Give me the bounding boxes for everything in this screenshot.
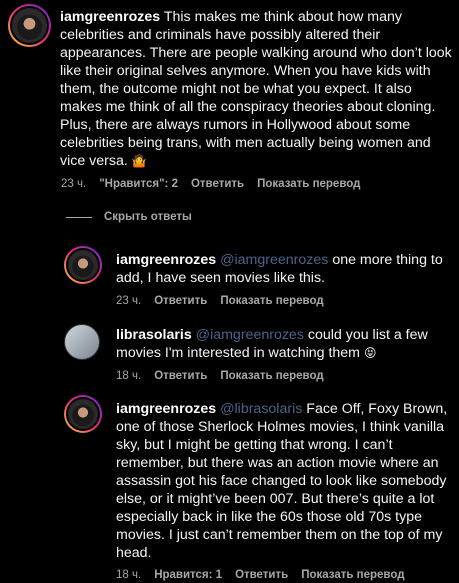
divider xyxy=(66,216,92,218)
show-translation-button[interactable]: Показать перевод xyxy=(220,295,323,307)
comment-meta: 23 ч. Ответить Показать перевод xyxy=(116,295,324,307)
comment-body: Face Off, Foxy Brown, one of those Sherl… xyxy=(116,401,448,561)
show-translation-button[interactable]: Показать перевод xyxy=(220,370,323,382)
comment-time: 18 ч. xyxy=(116,370,142,382)
mention-link[interactable]: @iamgreenrozes xyxy=(196,327,304,343)
mention-link[interactable]: @iamgreenrozes xyxy=(220,252,328,268)
mention-link[interactable]: @librasolaris xyxy=(220,401,302,417)
show-translation-button[interactable]: Показать перевод xyxy=(301,569,404,581)
show-translation-button[interactable]: Показать перевод xyxy=(257,178,360,190)
likes-count[interactable]: Нравится: 1 xyxy=(154,569,222,581)
comment-username[interactable]: iamgreenrozes xyxy=(60,9,160,25)
hide-replies-button[interactable]: Скрыть ответы xyxy=(66,211,192,223)
hide-replies-label: Скрыть ответы xyxy=(104,211,192,223)
comment-time: 23 ч. xyxy=(116,295,142,307)
reply-button[interactable]: Ответить xyxy=(154,370,207,382)
reply-button[interactable]: Ответить xyxy=(191,178,244,190)
comment-text: iamgreenrozes @iamgreenrozes one more th… xyxy=(116,251,450,287)
comment-username[interactable]: librasolaris xyxy=(116,327,192,343)
reply-button[interactable]: Ответить xyxy=(235,569,288,581)
comment-meta: 23 ч. "Нравится": 2 Ответить Показать пе… xyxy=(61,178,360,190)
comment-text: librasolaris @iamgreenrozes could you li… xyxy=(116,326,450,362)
comment-time: 23 ч. xyxy=(61,178,87,190)
comment-meta: 18 ч. Нравится: 1 Ответить Показать пере… xyxy=(116,569,405,581)
comment-meta: 18 ч. Ответить Показать перевод xyxy=(116,370,324,382)
comment-username[interactable]: iamgreenrozes xyxy=(116,401,216,417)
avatar[interactable] xyxy=(8,4,51,47)
reply-button[interactable]: Ответить xyxy=(154,295,207,307)
avatar[interactable] xyxy=(64,395,102,433)
avatar[interactable] xyxy=(64,324,100,360)
avatar[interactable] xyxy=(64,246,102,284)
tongue-emoji-icon: 😝 xyxy=(363,346,377,360)
comment-text: iamgreenrozes @librasolaris Face Off, Fo… xyxy=(116,400,450,562)
comment-username[interactable]: iamgreenrozes xyxy=(116,252,216,268)
comment-time: 18 ч. xyxy=(116,569,142,581)
likes-count[interactable]: "Нравится": 2 xyxy=(99,178,178,190)
comment-text: iamgreenrozes This makes me think about … xyxy=(60,8,452,170)
shrug-emoji-icon: 🤷 xyxy=(131,154,147,168)
comment-body: This makes me think about how many celeb… xyxy=(60,9,452,169)
